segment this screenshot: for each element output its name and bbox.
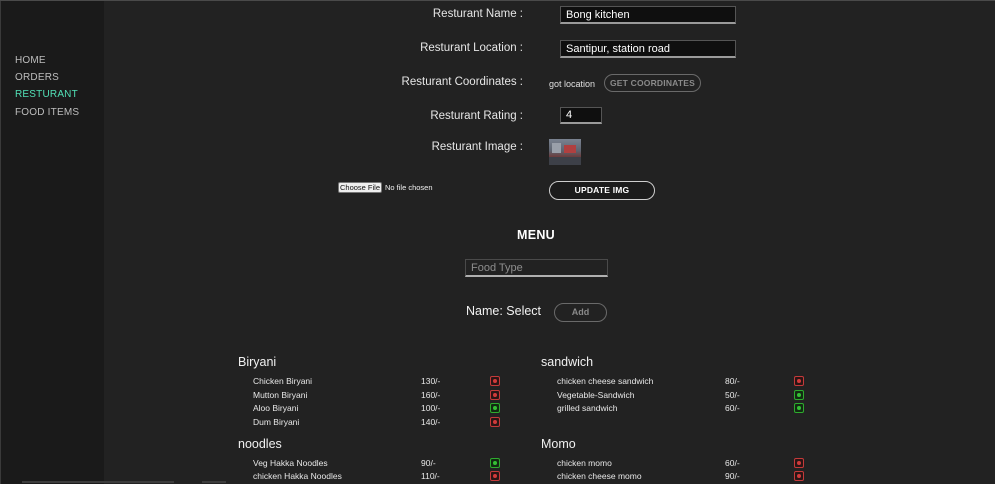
add-button[interactable]: Add [554, 303, 607, 322]
choose-file-button[interactable]: Choose File [338, 182, 382, 193]
coordinates-status: got location [549, 79, 596, 89]
sidebar-item-food-items[interactable]: FOOD ITEMS [15, 107, 79, 118]
menu-item-name: Veg Hakka Noodles [253, 458, 328, 468]
nonveg-indicator-icon [490, 376, 500, 386]
resturant-name-label: Resturant Name : [432, 8, 523, 20]
category-title-momo: Momo [541, 437, 576, 451]
menu-item-name: chicken Hakka Noodles [253, 471, 342, 481]
menu-item-name: Mutton Biryani [253, 390, 308, 400]
category-title-biryani: Biryani [238, 355, 277, 369]
menu-item-price: 90/- [725, 471, 740, 481]
resturant-location-input[interactable] [560, 40, 736, 58]
menu-item-price: 60/- [725, 403, 740, 413]
menu-item-price: 100/- [421, 403, 441, 413]
resturant-rating-label: Resturant Rating : [430, 110, 523, 122]
resturant-location-label: Resturant Location : [420, 42, 523, 54]
sidebar: HOME ORDERS RESTURANT FOOD ITEMS [0, 1, 104, 484]
nonveg-indicator-icon [490, 417, 500, 427]
resturant-rating-input[interactable] [560, 107, 602, 124]
nonveg-indicator-icon [794, 376, 804, 386]
category-title-sandwich: sandwich [541, 355, 594, 369]
menu-item-name: Aloo Biryani [253, 403, 299, 413]
name-select[interactable]: Name: Select [466, 304, 541, 318]
file-status: No file chosen [385, 183, 433, 192]
menu-item-name: grilled sandwich [557, 403, 618, 413]
horizontal-scrollbar[interactable] [22, 481, 174, 483]
nonveg-indicator-icon [490, 471, 500, 481]
veg-indicator-icon [794, 403, 804, 413]
menu-item-name: chicken cheese sandwich [557, 376, 654, 386]
nonveg-indicator-icon [794, 471, 804, 481]
sidebar-item-orders[interactable]: ORDERS [15, 72, 59, 83]
menu-title: MENU [516, 228, 555, 242]
category-title-noodles: noodles [238, 437, 282, 451]
sidebar-item-home[interactable]: HOME [15, 55, 46, 66]
veg-indicator-icon [490, 458, 500, 468]
menu-item-name: Chicken Biryani [253, 376, 313, 386]
menu-item-price: 140/- [421, 417, 441, 427]
nonveg-indicator-icon [794, 458, 804, 468]
menu-item-price: 50/- [725, 390, 740, 400]
menu-item-name: Dum Biryani [253, 417, 300, 427]
horizontal-scrollbar-segment[interactable] [202, 481, 226, 483]
menu-item-price: 80/- [725, 376, 740, 386]
resturant-name-input[interactable] [560, 6, 736, 24]
menu-item-price: 90/- [421, 458, 436, 468]
menu-item-price: 60/- [725, 458, 740, 468]
veg-indicator-icon [490, 403, 500, 413]
menu-item-name: chicken momo [557, 458, 612, 468]
menu-item-price: 160/- [421, 390, 441, 400]
resturant-image-label: Resturant Image : [431, 141, 523, 153]
menu-item-name: chicken cheese momo [557, 471, 642, 481]
top-border [0, 0, 995, 1]
sidebar-item-resturant[interactable]: RESTURANT [15, 89, 78, 100]
veg-indicator-icon [794, 390, 804, 400]
resturant-coordinates-label: Resturant Coordinates : [401, 76, 523, 88]
nonveg-indicator-icon [490, 390, 500, 400]
food-type-input[interactable] [465, 259, 608, 277]
menu-item-price: 130/- [421, 376, 441, 386]
get-coordinates-button[interactable]: GET COORDINATES [604, 74, 701, 92]
update-img-button[interactable]: UPDATE IMG [549, 181, 655, 200]
menu-item-price: 110/- [421, 471, 440, 481]
menu-item-name: Vegetable-Sandwich [557, 390, 635, 400]
resturant-image-thumbnail [549, 139, 581, 165]
